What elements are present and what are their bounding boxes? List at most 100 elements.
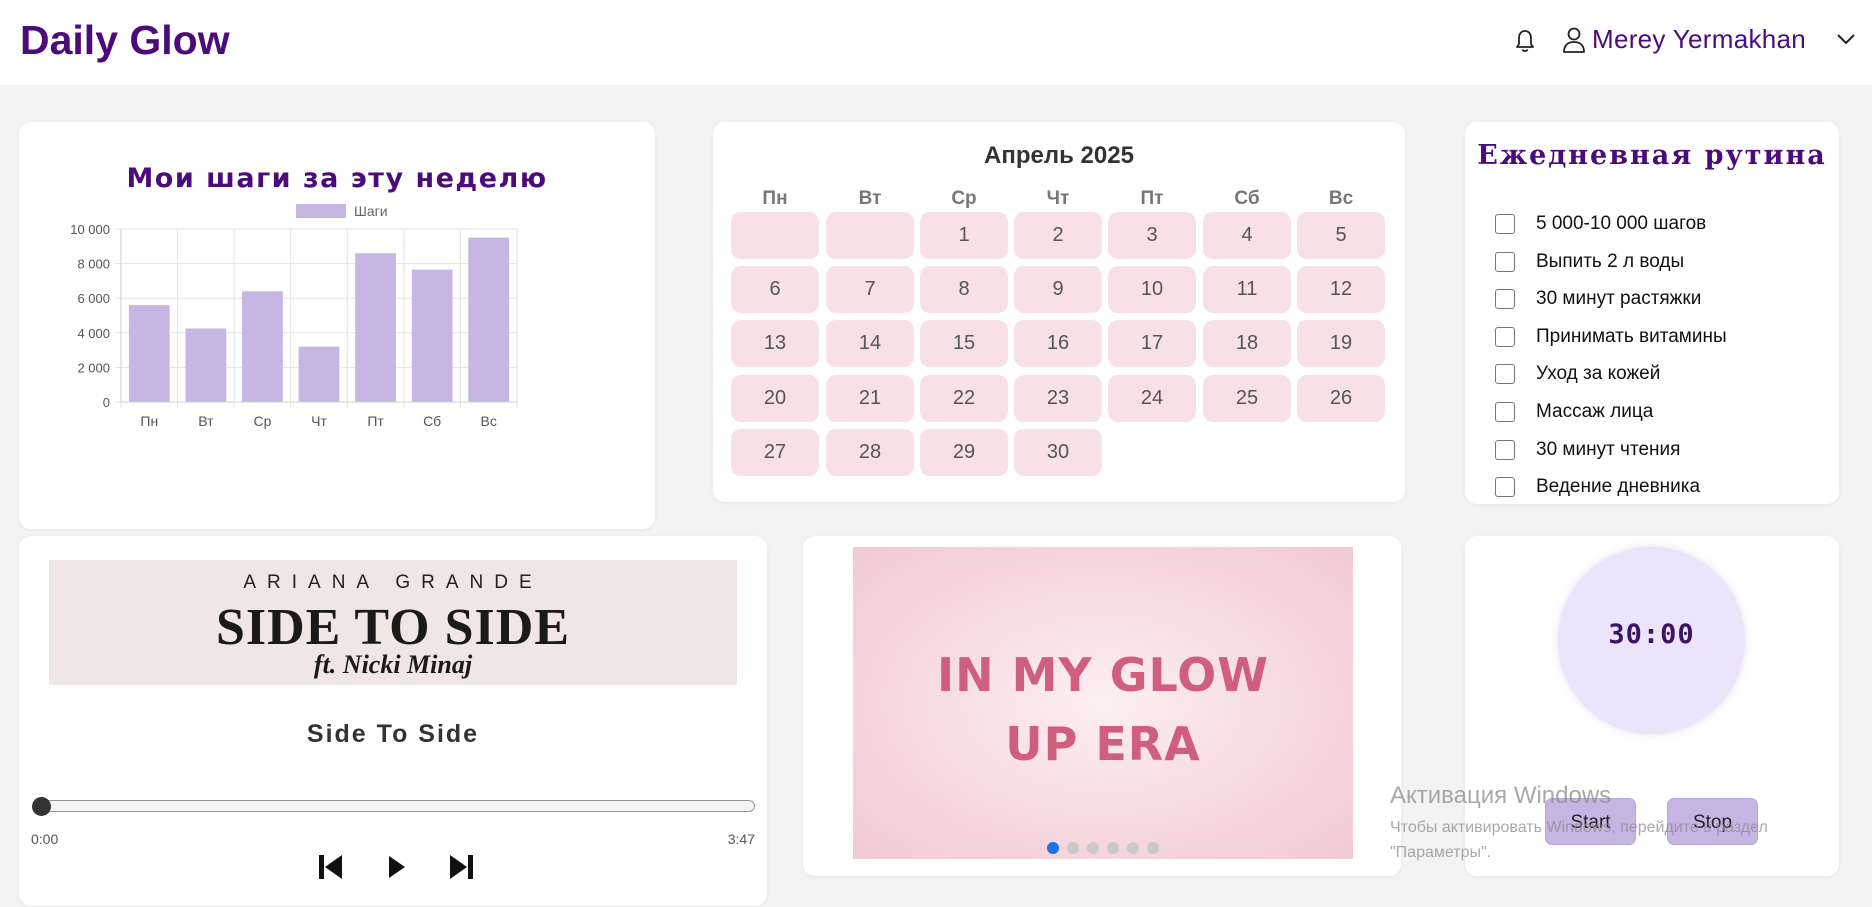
- calendar-day[interactable]: 3: [1108, 212, 1196, 259]
- calendar-day[interactable]: 10: [1108, 266, 1196, 314]
- calendar-day[interactable]: 8: [920, 266, 1008, 314]
- start-button[interactable]: Start: [1545, 798, 1636, 845]
- calendar-day[interactable]: 2: [1014, 212, 1102, 259]
- cover-artist: ARIANA GRANDE: [243, 572, 543, 593]
- task-checkbox[interactable]: [1495, 251, 1515, 272]
- slide-text: IN MY GLOW UP ERA: [853, 641, 1353, 779]
- carousel-dot[interactable]: [1107, 842, 1119, 854]
- calendar-month: Апрель 2025: [984, 142, 1134, 169]
- routine-task[interactable]: 5 000-10 000 шагов: [1495, 213, 1706, 235]
- calendar-day[interactable]: 7: [826, 266, 914, 314]
- calendar-day[interactable]: 27: [731, 428, 819, 476]
- carousel-dot[interactable]: [1087, 842, 1099, 854]
- calendar-day[interactable]: 15: [920, 320, 1008, 368]
- timer-display: 30:00: [1608, 619, 1695, 650]
- routine-task[interactable]: Ведение дневника: [1495, 476, 1700, 498]
- calendar-day[interactable]: 28: [826, 428, 914, 476]
- calendar-day[interactable]: 20: [731, 374, 819, 422]
- skip-next-icon[interactable]: [446, 852, 476, 882]
- carousel-dot[interactable]: [1067, 842, 1079, 854]
- x-tick-label: Ср: [253, 413, 271, 429]
- routine-title: Ежедневная рутина: [1477, 140, 1827, 171]
- music-player: ARIANA GRANDE SIDE TO SIDE ft. Nicki Min…: [19, 536, 767, 906]
- calendar-day[interactable]: 13: [731, 320, 819, 368]
- task-checkbox[interactable]: [1495, 402, 1515, 422]
- calendar-card: Апрель 2025 Пн Вт Ср Чт Пт Сб Вс 1 2 3 4 5 6 7 8 9 10 11 1…: [713, 122, 1405, 502]
- play-icon[interactable]: [381, 852, 411, 882]
- routine-task[interactable]: 30 минут чтения: [1495, 439, 1680, 461]
- task-checkbox[interactable]: [1495, 364, 1515, 385]
- legend-label: Шаги: [354, 203, 388, 219]
- task-label: Массаж лица: [1536, 401, 1654, 422]
- calendar-day[interactable]: 5: [1297, 212, 1385, 259]
- calendar-day[interactable]: 12: [1297, 266, 1385, 314]
- task-checkbox[interactable]: [1495, 289, 1515, 310]
- y-tick-label: 8 000: [77, 257, 110, 272]
- routine-task[interactable]: Принимать витамины: [1495, 326, 1727, 348]
- calendar-day[interactable]: 21: [826, 374, 914, 422]
- calendar-day[interactable]: 19: [1297, 320, 1385, 368]
- calendar-day[interactable]: 23: [1014, 374, 1102, 422]
- task-label: 5 000-10 000 шагов: [1536, 213, 1707, 234]
- chevron-down-icon[interactable]: [1836, 32, 1856, 46]
- calendar-day[interactable]: 6: [731, 266, 819, 314]
- brand-logo[interactable]: Daily Glow: [20, 17, 230, 64]
- x-tick-label: Вт: [198, 413, 214, 429]
- x-tick-label: Сб: [423, 413, 441, 429]
- cover-title: SIDE TO SIDE: [215, 599, 571, 656]
- routine-task[interactable]: Выпить 2 л воды: [1495, 251, 1684, 273]
- skip-previous-icon[interactable]: [316, 852, 346, 882]
- user-name: Merey Yermakhan: [1592, 24, 1807, 54]
- carousel-dots: [1047, 842, 1159, 854]
- calendar-day[interactable]: 17: [1108, 320, 1196, 368]
- progress-track[interactable]: [41, 800, 755, 812]
- calendar-day[interactable]: 26: [1297, 374, 1385, 422]
- carousel-dot[interactable]: [1147, 842, 1159, 854]
- routine-task[interactable]: Уход за кожей: [1495, 363, 1660, 385]
- task-checkbox[interactable]: [1495, 326, 1515, 347]
- calendar-day[interactable]: 16: [1014, 320, 1102, 368]
- task-checkbox[interactable]: [1495, 214, 1515, 234]
- calendar-day[interactable]: 30: [1014, 428, 1102, 476]
- user-menu[interactable]: Merey Yermakhan: [1562, 24, 1806, 55]
- calendar-day[interactable]: 22: [920, 374, 1008, 422]
- timer-card: 30:00 Start Stop: [1465, 536, 1839, 876]
- image-carousel: IN MY GLOW UP ERA: [803, 536, 1401, 876]
- stop-button[interactable]: Stop: [1667, 798, 1758, 845]
- calendar-day[interactable]: 18: [1203, 320, 1291, 368]
- carousel-slide[interactable]: IN MY GLOW UP ERA: [853, 547, 1353, 859]
- calendar-day[interactable]: 11: [1203, 266, 1291, 314]
- task-checkbox[interactable]: [1495, 477, 1515, 498]
- bell-icon[interactable]: [1514, 28, 1536, 54]
- calendar-day[interactable]: 4: [1203, 212, 1291, 259]
- weekday-label: Пн: [762, 188, 788, 209]
- calendar-day[interactable]: 29: [920, 428, 1008, 476]
- weekday-label: Вт: [858, 188, 882, 209]
- calendar-day-empty: [731, 212, 819, 259]
- current-time: 0:00: [31, 831, 59, 847]
- timer-clock: 30:00: [1558, 547, 1745, 734]
- x-tick-label: Чт: [311, 413, 327, 429]
- y-tick-label: 2 000: [77, 360, 110, 375]
- routine-task[interactable]: Массаж лица: [1495, 401, 1653, 423]
- calendar-day[interactable]: 9: [1014, 266, 1102, 314]
- user-icon: [1563, 27, 1585, 53]
- task-checkbox[interactable]: [1495, 439, 1515, 460]
- calendar-day[interactable]: 25: [1203, 374, 1291, 422]
- calendar-day[interactable]: 1: [920, 212, 1008, 259]
- calendar-day[interactable]: 14: [826, 320, 914, 368]
- task-label: 30 минут чтения: [1536, 438, 1681, 460]
- carousel-dot[interactable]: [1047, 842, 1059, 854]
- weekday-label: Пт: [1140, 188, 1164, 209]
- bar-Пн: [128, 305, 170, 402]
- carousel-dot[interactable]: [1127, 842, 1139, 854]
- routine-task[interactable]: 30 минут растяжки: [1495, 288, 1701, 310]
- progress-thumb[interactable]: [32, 797, 51, 816]
- slide-text-line1: IN MY GLOW: [937, 648, 1269, 702]
- bar-Чт: [298, 346, 340, 402]
- calendar-day[interactable]: 24: [1108, 374, 1196, 422]
- album-cover: ARIANA GRANDE SIDE TO SIDE ft. Nicki Min…: [49, 560, 737, 685]
- y-tick-label: 0: [103, 395, 110, 410]
- task-label: 30 минут растяжки: [1536, 288, 1702, 310]
- y-tick-label: 10 000: [70, 222, 110, 237]
